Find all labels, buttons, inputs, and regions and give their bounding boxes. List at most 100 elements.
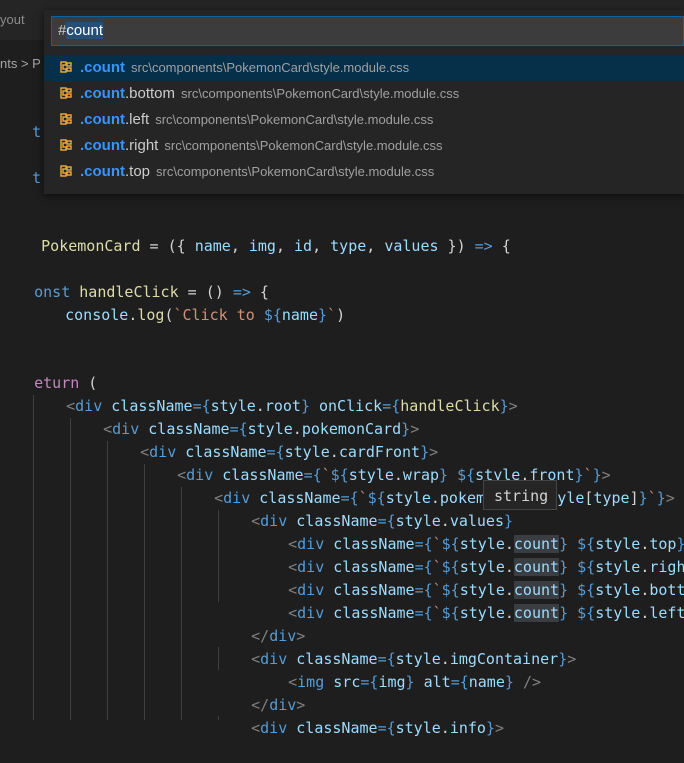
- quick-open-item-rest: .bottom: [125, 85, 176, 102]
- quick-open-item-path: src\components\PokemonCard\style.module.…: [131, 60, 410, 75]
- code-token: (: [164, 306, 174, 324]
- quick-open-item-rest: .top: [125, 163, 151, 180]
- quick-open-item-match: .count: [80, 59, 125, 76]
- code-token: ): [336, 306, 346, 324]
- code-token: className: [296, 719, 378, 737]
- quick-open-item[interactable]: .count.bottom src\components\PokemonCard\…: [44, 81, 684, 107]
- code-token: style: [459, 604, 505, 622]
- code-token: PokemonCard: [32, 237, 141, 255]
- code-line: onst handleClick = () => {: [0, 258, 269, 301]
- code-token: ={: [450, 673, 469, 691]
- quick-open-item-path: src\components\PokemonCard\style.module.…: [181, 86, 460, 101]
- code-line: PokemonCard = ({ name, img, id, type, va…: [0, 212, 511, 255]
- code-token: ,: [230, 237, 249, 255]
- code-token: id: [294, 237, 313, 255]
- code-token: .: [440, 719, 450, 737]
- quick-open-item-match: .count: [80, 111, 125, 128]
- quick-open-item[interactable]: .count src\components\PokemonCard\style.m…: [44, 55, 684, 81]
- symbol-class-icon: [58, 58, 74, 74]
- code-token: console: [65, 306, 129, 324]
- code-token: `Click to: [173, 306, 264, 324]
- code-token: ,: [366, 237, 385, 255]
- code-token: >: [567, 650, 577, 668]
- code-token: info: [449, 719, 486, 737]
- code-token: alt: [423, 673, 451, 691]
- quick-open-item-rest: .left: [125, 111, 150, 128]
- code-token: }: [405, 673, 424, 691]
- quick-open-item-match: .count: [80, 137, 125, 154]
- quick-open-item-label: .count.left: [80, 111, 149, 128]
- quick-open-item-match: .count: [80, 85, 125, 102]
- code-token: src: [333, 673, 361, 691]
- symbol-class-icon: [58, 84, 74, 100]
- code-token: }: [638, 489, 648, 507]
- code-line: <div className={`${style.pokemon} ${styl…: [178, 464, 675, 507]
- code-token: ={: [377, 719, 396, 737]
- code-token: }): [438, 237, 475, 255]
- code-token: style: [595, 604, 641, 622]
- code-line: <div className={`${style.count} ${style.…: [252, 510, 684, 553]
- code-token: ,: [312, 237, 331, 255]
- code-token: ={: [414, 604, 433, 622]
- code-token: }: [558, 650, 568, 668]
- quick-open-item-match: .count: [80, 163, 125, 180]
- code-line: <div className={style.cardFront}>: [104, 418, 438, 461]
- symbol-class-icon: [58, 136, 74, 152]
- quick-open-item[interactable]: .count.top src\components\PokemonCard\sty…: [44, 159, 684, 185]
- code-token: img: [378, 673, 406, 691]
- code-token: }: [656, 489, 666, 507]
- code-token: name: [194, 237, 231, 255]
- code-line: <div className={style.info}>: [215, 694, 504, 737]
- code-token: ${: [441, 604, 460, 622]
- code-line: <div className={`${style.wrap} ${style.f…: [141, 441, 611, 484]
- code-token: `: [647, 489, 657, 507]
- symbol-class-icon: [58, 162, 74, 178]
- quick-open-selected-text: count: [66, 22, 104, 39]
- code-token: type: [330, 237, 367, 255]
- quick-open-item-path: src\components\PokemonCard\style.module.…: [164, 138, 443, 153]
- code-token: }: [318, 306, 328, 324]
- code-token: name: [281, 306, 318, 324]
- code-token: <: [251, 719, 261, 737]
- code-token: >: [508, 397, 518, 415]
- code-token: type: [593, 489, 630, 507]
- code-token: }: [559, 604, 578, 622]
- quick-open-item[interactable]: .count.right src\components\PokemonCard\s…: [44, 133, 684, 159]
- code-token: }: [485, 719, 495, 737]
- code-token: ]: [629, 489, 639, 507]
- code-line: <div className={`${style.count} ${style.…: [252, 556, 684, 599]
- code-token: left: [649, 604, 684, 622]
- indent-guide: [33, 395, 34, 720]
- quick-open-item-rest: .right: [125, 137, 159, 154]
- quick-open-item-path: src\components\PokemonCard\style.module.…: [155, 112, 434, 127]
- code-line: </div>: [215, 602, 305, 645]
- code-line: </div>: [215, 671, 305, 714]
- code-token: >: [494, 719, 504, 737]
- code-token: `: [327, 306, 337, 324]
- quick-open-item-label: .count.bottom: [80, 85, 175, 102]
- code-line: console.log(`Click to ${name}`): [29, 281, 345, 324]
- code-token: =>: [474, 237, 493, 255]
- code-token: style: [395, 719, 441, 737]
- code-line: <div className={style.imgContainer}>: [215, 625, 576, 668]
- code-token: }: [504, 673, 523, 691]
- quick-open-input[interactable]: #count: [51, 16, 684, 46]
- code-token: .: [504, 604, 514, 622]
- quick-open-item-label: .count.top: [80, 163, 150, 180]
- code-token: ,: [275, 237, 295, 255]
- symbol-class-icon: [58, 110, 74, 126]
- code-token: = ({: [140, 237, 195, 255]
- code-token: img: [248, 237, 276, 255]
- code-line: <div className={`${style.count} ${style.…: [252, 533, 684, 576]
- code-line: <div className={`${style.count} ${style.…: [252, 579, 684, 622]
- code-token: className: [333, 604, 415, 622]
- code-line: <div className={style.root} onClick={han…: [30, 372, 518, 415]
- quick-open-widget: #count .count src\components\PokemonCard\…: [44, 10, 684, 194]
- code-token: div: [260, 719, 288, 737]
- quick-open-item[interactable]: .count.left src\components\PokemonCard\st…: [44, 107, 684, 133]
- quick-open-item-path: src\components\PokemonCard\style.module.…: [156, 164, 435, 179]
- code-token: }: [499, 397, 509, 415]
- code-token: values: [384, 237, 439, 255]
